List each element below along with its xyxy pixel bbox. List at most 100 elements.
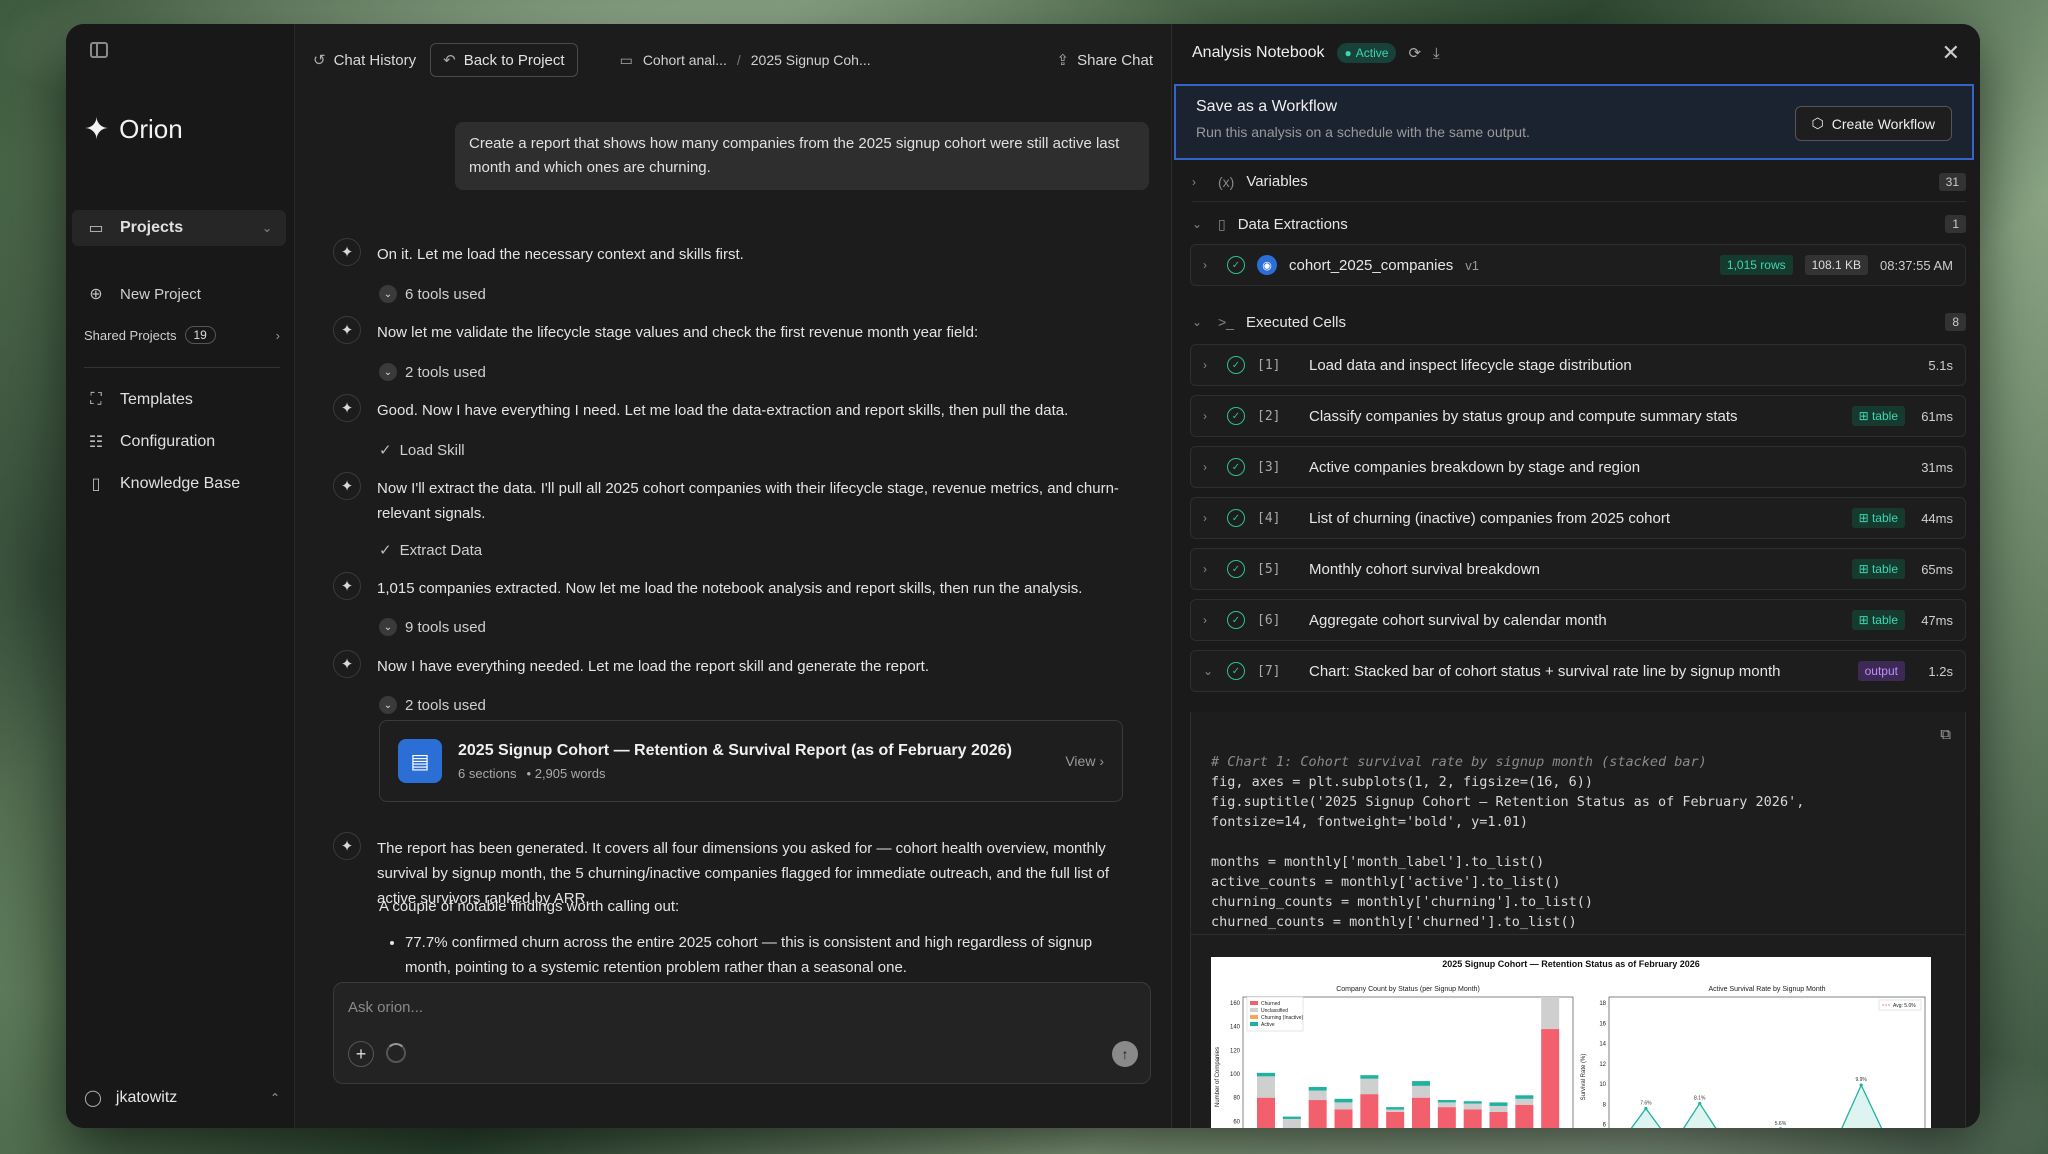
sidebar-item-templates[interactable]: ⛶ Templates bbox=[72, 382, 286, 418]
code-line: churning_counts = monthly['churning'].to… bbox=[1211, 894, 1594, 910]
check-circle-icon: ✓ bbox=[1227, 256, 1245, 274]
step-label: Load Skill bbox=[399, 441, 465, 459]
file-icon: ▯ bbox=[1218, 215, 1226, 232]
chart-bar-segment bbox=[1463, 1109, 1482, 1128]
executed-cell-row[interactable]: › ✓ [4] List of churning (inactive) compani… bbox=[1190, 497, 1966, 539]
cell-title: Chart: Stacked bar of cohort status + su… bbox=[1309, 662, 1781, 680]
sidebar-divider bbox=[84, 367, 280, 368]
chat-history-label: Chat History bbox=[333, 51, 417, 69]
user-menu[interactable]: ◯ jkatowitz ⌃ bbox=[84, 1088, 280, 1108]
report-card[interactable]: ▤ 2025 Signup Cohort — Retention & Survi… bbox=[379, 720, 1123, 802]
cell-duration: 31ms bbox=[1921, 459, 1953, 475]
chart-legend-swatch bbox=[1250, 1022, 1258, 1026]
plus-circle-icon: ⊕ bbox=[89, 286, 103, 303]
executed-cell-row[interactable]: › ✓ [6] Aggregate cohort survival by calend… bbox=[1190, 599, 1966, 641]
create-workflow-label: Create Workflow bbox=[1831, 115, 1935, 132]
download-icon[interactable]: ⤓ bbox=[1433, 45, 1440, 62]
assistant-avatar-icon: ✦ bbox=[333, 238, 361, 266]
back-label: Back to Project bbox=[463, 51, 565, 69]
chat-history-button[interactable]: ↺ Chat History bbox=[313, 51, 417, 70]
shared-projects-toggle[interactable]: Shared Projects 19 › bbox=[84, 326, 280, 344]
cell-title: List of churning (inactive) companies fr… bbox=[1309, 509, 1671, 527]
chevron-up-icon: ⌃ bbox=[269, 1091, 280, 1105]
tools-used-toggle[interactable]: ⌄ 9 tools used bbox=[379, 618, 486, 636]
create-workflow-button[interactable]: ⬡ Create Workflow bbox=[1794, 106, 1952, 141]
cell-title: Aggregate cohort survival by calendar mo… bbox=[1309, 611, 1607, 629]
cell-title: Active companies breakdown by stage and … bbox=[1309, 458, 1641, 476]
chevron-right-icon: › bbox=[1203, 409, 1207, 423]
analysis-notebook-panel: Analysis Notebook ● Active ⟳ ⤓ ✕ Save as… bbox=[1171, 24, 1980, 1128]
check-circle-icon: ✓ bbox=[1227, 662, 1245, 680]
extraction-row[interactable]: › ✓ ◉ cohort_2025_companies v1 1,015 row… bbox=[1190, 244, 1966, 286]
code-line: fig.suptitle('2025 Signup Cohort — Reten… bbox=[1211, 794, 1805, 810]
tools-label: 2 tools used bbox=[405, 696, 486, 714]
chevron-down-icon: ⌄ bbox=[1203, 664, 1214, 678]
new-project-button[interactable]: ⊕ New Project bbox=[72, 276, 286, 312]
chart-bar-segment bbox=[1257, 1076, 1275, 1098]
chevron-down-icon: ⌄ bbox=[379, 696, 397, 714]
executed-cell-row[interactable]: ⌄ ✓ [7] Chart: Stacked bar of cohort status… bbox=[1190, 650, 1966, 692]
extraction-time: 08:37:55 AM bbox=[1880, 257, 1953, 273]
report-sections: 6 sections bbox=[458, 765, 517, 781]
code-block: ⧉ # Chart 1: Cohort survival rate by sign… bbox=[1190, 712, 1966, 934]
chart-area-fill bbox=[1631, 1085, 1882, 1128]
tools-used-toggle[interactable]: ⌄ 2 tools used bbox=[379, 696, 486, 714]
breadcrumb: ▭ Cohort anal... / 2025 Signup Coh... bbox=[620, 52, 871, 69]
chart-data-label: 5.6% bbox=[1775, 1121, 1787, 1127]
chart-bar-segment bbox=[1437, 1100, 1456, 1103]
size-badge: 108.1 KB bbox=[1804, 255, 1868, 275]
tools-used-toggle[interactable]: ⌄ 2 tools used bbox=[379, 363, 486, 381]
view-label: View bbox=[1065, 753, 1096, 769]
template-icon: ⛶ bbox=[90, 391, 102, 408]
tools-used-toggle[interactable]: ⌄ 6 tools used bbox=[379, 285, 486, 303]
chat-input[interactable]: Ask orion... bbox=[348, 999, 423, 1016]
executed-cell-row[interactable]: › ✓ [1] Load data and inspect lifecycle sta… bbox=[1190, 344, 1966, 386]
app-window: ✦ Orion ▭ Projects ⌄ ⊕ New Project Share… bbox=[66, 24, 1980, 1128]
chart-bar-segment bbox=[1489, 1105, 1508, 1112]
sidebar-toggle-icon[interactable] bbox=[90, 42, 108, 58]
executed-cell-row[interactable]: › ✓ [2] Classify companies by status group … bbox=[1190, 395, 1966, 437]
executed-cells-section[interactable]: ⌄ >_ Executed Cells 8 bbox=[1192, 302, 1966, 342]
view-report-link[interactable]: View › bbox=[1065, 753, 1104, 769]
data-extractions-section[interactable]: ⌄ ▯ Data Extractions 1 bbox=[1192, 204, 1966, 244]
back-to-project-button[interactable]: ↶ Back to Project bbox=[430, 43, 578, 77]
executed-cell-row[interactable]: › ✓ [3] Active companies breakdown by stage… bbox=[1190, 446, 1966, 488]
sidebar-item-projects[interactable]: ▭ Projects ⌄ bbox=[72, 210, 286, 246]
sidebar-item-configuration[interactable]: ☷ Configuration bbox=[72, 424, 286, 460]
chevron-down-icon: ⌄ bbox=[379, 618, 397, 636]
cell-duration: 47ms bbox=[1921, 612, 1953, 628]
sidebar-item-knowledge-base[interactable]: ▯ Knowledge Base bbox=[72, 466, 286, 502]
close-icon[interactable]: ✕ bbox=[1942, 40, 1960, 66]
chart-bar-segment bbox=[1334, 1109, 1353, 1128]
code-line: fig, axes = plt.subplots(1, 2, figsize=(… bbox=[1211, 774, 1594, 790]
executed-cell-row[interactable]: › ✓ [5] Monthly cohort survival breakdown ⊞ … bbox=[1190, 548, 1966, 590]
chat-panel: ↺ Chat History ↶ Back to Project ▭ Cohor… bbox=[294, 24, 1171, 1128]
breadcrumb-project[interactable]: Cohort anal... bbox=[643, 52, 727, 68]
share-label: Share Chat bbox=[1077, 51, 1153, 69]
refresh-icon[interactable]: ⟳ bbox=[1408, 44, 1421, 62]
extract-data-step[interactable]: ✓ Extract Data bbox=[379, 541, 482, 560]
folder-icon: ▭ bbox=[88, 220, 104, 237]
chevron-down-icon: ⌄ bbox=[1192, 315, 1203, 329]
chart-right-title: Active Survival Rate by Signup Month bbox=[1708, 986, 1825, 993]
cell-duration: 5.1s bbox=[1928, 357, 1953, 373]
chart-legend-swatch bbox=[1250, 1001, 1258, 1005]
chat-composer: Ask orion... + ↑ bbox=[333, 982, 1151, 1084]
add-attachment-button[interactable]: + bbox=[348, 1041, 374, 1067]
rows-badge: 1,015 rows bbox=[1719, 255, 1793, 275]
table-badge: ⊞ table bbox=[1851, 508, 1905, 528]
cell-index: [6] bbox=[1257, 612, 1281, 628]
share-chat-button[interactable]: ⇪ Share Chat bbox=[1057, 51, 1153, 70]
chart-bar-segment bbox=[1386, 1111, 1405, 1128]
check-circle-icon: ✓ bbox=[1227, 560, 1245, 578]
copy-icon[interactable]: ⧉ bbox=[1940, 724, 1951, 744]
check-icon: ✓ bbox=[379, 442, 392, 459]
chart-right-tick-label: 12 bbox=[1599, 1062, 1606, 1068]
history-icon: ↺ bbox=[313, 52, 326, 69]
chevron-right-icon: › bbox=[1203, 562, 1207, 576]
message-text: Good. Now I have everything I need. Let … bbox=[377, 402, 1069, 419]
variables-section[interactable]: › (x) Variables 31 bbox=[1192, 162, 1966, 202]
load-skill-step[interactable]: ✓ Load Skill bbox=[379, 441, 465, 460]
send-button[interactable]: ↑ bbox=[1112, 1041, 1138, 1067]
findings-intro: A couple of notable findings worth calli… bbox=[379, 898, 680, 915]
